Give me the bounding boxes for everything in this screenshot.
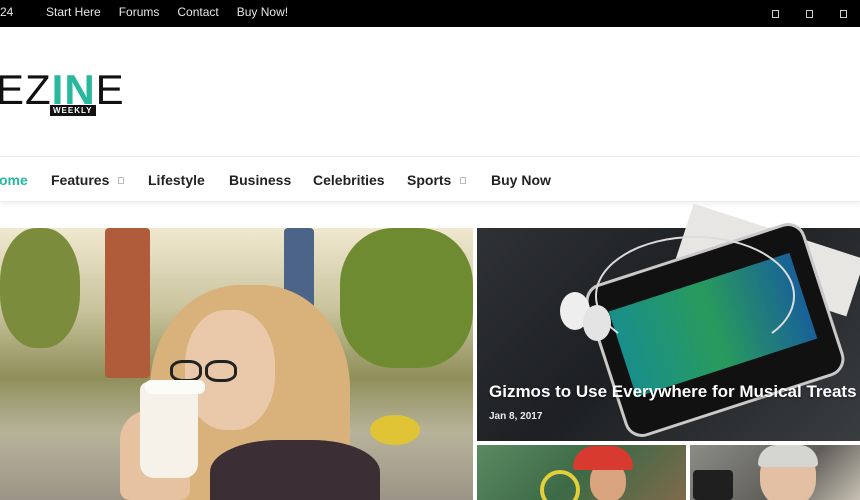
nav-item-features-label: Features [51, 172, 110, 188]
top-link-start-here[interactable]: Start Here [46, 5, 101, 19]
nav-item-business[interactable]: Business [229, 172, 291, 188]
top-link-contact[interactable]: Contact [177, 5, 218, 19]
logo-text-plain: EZ [0, 66, 52, 113]
nav-item-lifestyle-label: Lifestyle [148, 172, 205, 188]
dropdown-caret-icon [460, 177, 467, 184]
article-date: Jan 8, 2017 [489, 411, 543, 422]
nav-item-business-label: Business [229, 172, 292, 188]
scarecrow-image [105, 228, 150, 378]
earphone-cable-image [595, 236, 795, 356]
tree-image [0, 228, 80, 348]
social-icon-1[interactable] [772, 9, 779, 18]
nav-item-celebrities-label: Celebrities [313, 172, 385, 188]
nav-item-home-label: ome [0, 172, 28, 188]
top-link-buy-now[interactable]: Buy Now! [237, 5, 288, 19]
nav-item-features[interactable]: Features [51, 172, 125, 188]
social-icons [758, 0, 860, 27]
dropdown-caret-icon [118, 177, 125, 184]
date-fragment: 24 [0, 5, 14, 19]
nav-item-sports-label: Sports [407, 172, 452, 188]
red-cap-image [573, 446, 633, 470]
earbud-image [583, 305, 611, 341]
nav-item-lifestyle[interactable]: Lifestyle [148, 172, 205, 188]
gizmo-caption: Gizmos to Use Everywhere for Musical Tre… [489, 382, 857, 422]
coffee-cup-lid-image [145, 380, 205, 394]
man-hair-image [758, 445, 818, 467]
glasses-image [170, 360, 202, 382]
top-bar: 24 Start Here Forums Contact Buy Now! [0, 0, 860, 27]
nav-item-celebrities[interactable]: Celebrities [313, 172, 385, 188]
top-links: Start Here Forums Contact Buy Now! [46, 5, 306, 19]
logo-subtitle: WEEKLY [50, 105, 96, 116]
social-icon-3[interactable] [840, 9, 847, 18]
nav-item-buy-now[interactable]: Buy Now [491, 172, 551, 188]
logo-text-tail: E [95, 66, 125, 113]
nav-item-sports[interactable]: Sports [407, 172, 467, 188]
shirt-image [210, 440, 380, 500]
camera-image [693, 470, 733, 500]
top-link-forums[interactable]: Forums [119, 5, 160, 19]
site-logo[interactable]: EZINE WEEKLY [0, 69, 125, 119]
article-title[interactable]: Gizmos to Use Everywhere for Musical Tre… [489, 382, 857, 402]
main-nav: ome Features Lifestyle Business Celebrit… [0, 158, 860, 202]
flowers-image [370, 415, 420, 445]
nav-item-home[interactable]: ome [0, 172, 28, 188]
social-icon-2[interactable] [806, 9, 813, 18]
tree-image [340, 228, 473, 368]
nav-item-buy-now-label: Buy Now [491, 172, 551, 188]
coffee-cup-image [140, 382, 198, 478]
site-header: EZINE WEEKLY [0, 27, 860, 157]
glasses-image [205, 360, 237, 382]
